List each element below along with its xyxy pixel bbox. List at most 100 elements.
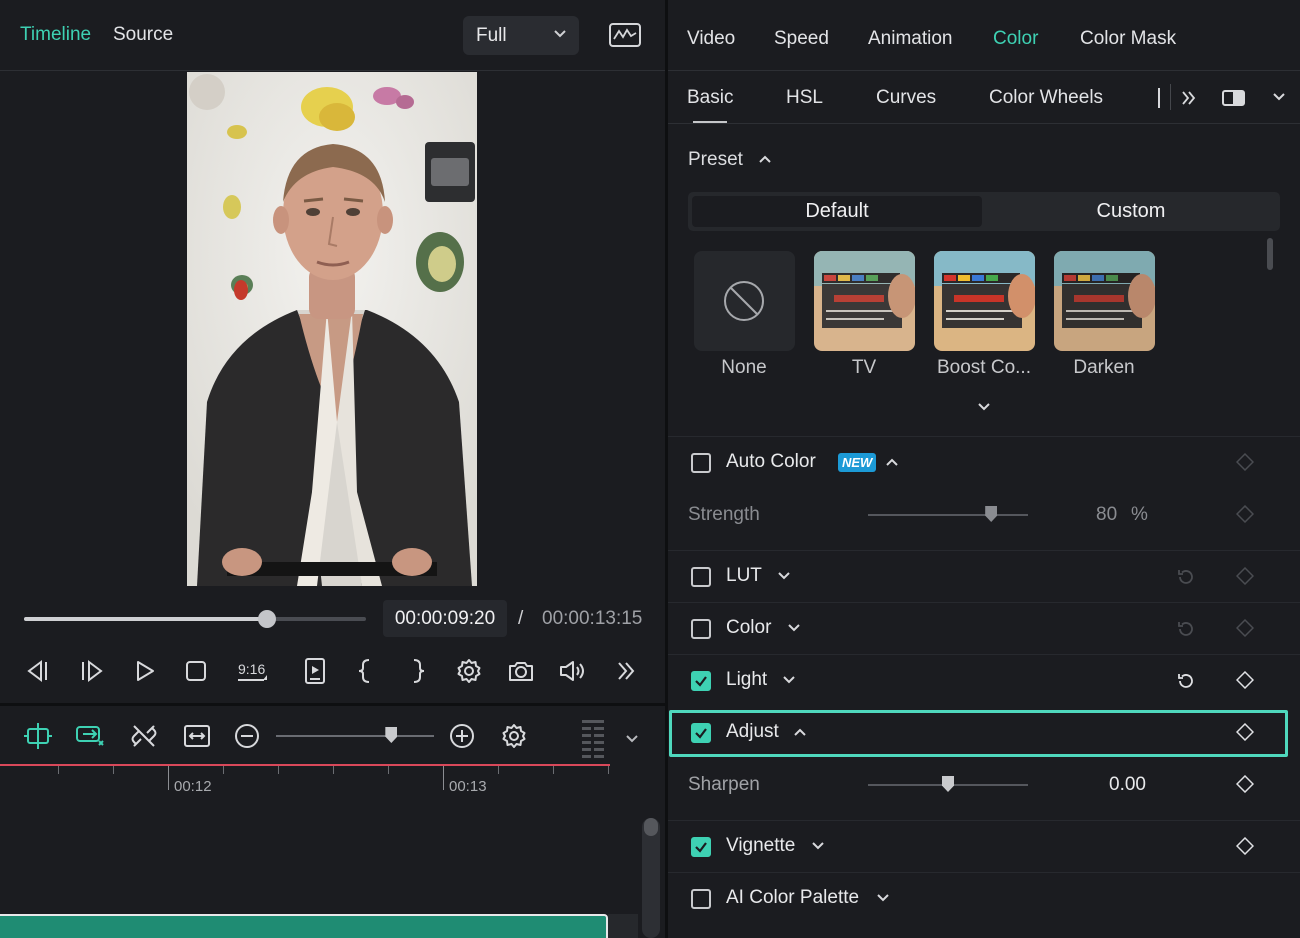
tab-animation[interactable]: Animation <box>868 28 953 50</box>
link-clips-icon[interactable] <box>74 720 106 752</box>
quality-select[interactable]: Full <box>463 16 579 55</box>
keyframe-icon[interactable] <box>1236 775 1254 793</box>
compare-view-icon[interactable] <box>1222 89 1246 107</box>
preset-boost-color[interactable] <box>934 251 1035 351</box>
checkmark-icon <box>695 842 707 853</box>
tab-color-mask[interactable]: Color Mask <box>1080 28 1176 50</box>
chevron-down-icon[interactable] <box>787 623 801 633</box>
volume-icon[interactable] <box>558 656 588 686</box>
render-preview-icon[interactable] <box>300 656 330 686</box>
keyframe-icon[interactable] <box>1236 567 1254 585</box>
new-badge: NEW <box>838 453 877 472</box>
subtab-overflow[interactable] <box>1158 88 1160 108</box>
settings-icon[interactable] <box>454 656 484 686</box>
chevron-down-icon[interactable] <box>876 893 890 903</box>
preset-label[interactable]: Preset <box>688 149 743 171</box>
zoom-in-icon[interactable] <box>446 720 478 752</box>
zoom-out-icon[interactable] <box>231 720 263 752</box>
video-clip[interactable] <box>0 914 608 938</box>
strength-label: Strength <box>688 504 760 525</box>
chevron-up-icon[interactable] <box>793 727 807 737</box>
tab-source[interactable]: Source <box>113 24 173 46</box>
keyframe-icon[interactable] <box>1236 453 1254 471</box>
keyframe-icon[interactable] <box>1236 619 1254 637</box>
track-background <box>608 914 638 938</box>
expand-presets-icon[interactable] <box>977 402 991 412</box>
tab-color[interactable]: Color <box>993 28 1038 50</box>
sharpen-value[interactable]: 0.00 <box>1109 774 1146 796</box>
timeline-scrollbar[interactable] <box>642 818 660 938</box>
chevron-down-icon[interactable] <box>811 841 825 851</box>
play-icon[interactable] <box>130 656 160 686</box>
subtab-hsl[interactable]: HSL <box>786 87 823 109</box>
tab-timeline[interactable]: Timeline <box>20 24 91 46</box>
keyframe-icon[interactable] <box>1236 505 1254 523</box>
track-height-icon[interactable] <box>580 720 606 760</box>
lut-checkbox[interactable] <box>691 567 711 587</box>
chevron-down-icon[interactable] <box>625 734 639 744</box>
more-tabs-icon[interactable] <box>1180 89 1198 107</box>
chevron-up-icon[interactable] <box>885 457 899 467</box>
snapshot-icon[interactable] <box>506 656 536 686</box>
divider <box>668 872 1300 873</box>
timeline-settings-icon[interactable] <box>498 720 530 752</box>
timeline-zoom-slider[interactable] <box>276 727 434 743</box>
strength-slider-handle[interactable] <box>985 506 998 522</box>
playback-scrubber[interactable] <box>257 610 276 628</box>
ruler-tick <box>113 766 114 774</box>
timeline-zoom-handle[interactable] <box>385 727 398 743</box>
strength-value[interactable]: 80 <box>1096 504 1117 526</box>
timeline-scrollbar-thumb[interactable] <box>644 818 658 836</box>
chevron-up-icon[interactable] <box>758 154 772 164</box>
mark-in-icon[interactable] <box>350 656 380 686</box>
color-checkbox[interactable] <box>691 619 711 639</box>
auto-snap-icon[interactable] <box>22 720 54 752</box>
reset-icon[interactable] <box>1176 671 1196 691</box>
next-frame-icon[interactable] <box>78 656 108 686</box>
tab-speed[interactable]: Speed <box>774 28 829 50</box>
ai-color-palette-checkbox[interactable] <box>691 889 711 909</box>
scopes-icon[interactable] <box>608 22 642 50</box>
mark-out-icon[interactable] <box>403 656 433 686</box>
playback-progress[interactable] <box>24 610 366 628</box>
sharpen-slider-handle[interactable] <box>942 776 954 792</box>
subtab-color-wheels[interactable]: Color Wheels <box>989 87 1103 109</box>
ruler-tick <box>608 766 609 774</box>
preset-none[interactable] <box>694 251 795 351</box>
light-checkbox[interactable] <box>691 671 711 691</box>
chevron-down-icon[interactable] <box>782 675 796 685</box>
keyframe-icon[interactable] <box>1236 671 1254 689</box>
preset-darken[interactable] <box>1054 251 1155 351</box>
ruler-label: 00:12 <box>174 778 212 795</box>
unlink-icon[interactable] <box>128 720 160 752</box>
subtab-basic[interactable]: Basic <box>687 87 733 109</box>
divider <box>668 550 1300 551</box>
sharpen-slider[interactable] <box>868 776 1028 792</box>
timeline-ruler[interactable] <box>0 764 610 766</box>
reset-icon[interactable] <box>1176 567 1196 587</box>
preset-scrollbar[interactable] <box>1267 238 1273 270</box>
current-time[interactable]: 00:00:09:20 <box>383 600 507 637</box>
stop-icon[interactable] <box>181 656 211 686</box>
chevron-down-icon[interactable] <box>1272 92 1286 102</box>
aspect-ratio-icon[interactable]: 9:16 <box>236 656 268 686</box>
fit-timeline-icon[interactable] <box>181 720 213 752</box>
segment-default[interactable]: Default <box>692 196 982 227</box>
keyframe-icon[interactable] <box>1236 723 1254 741</box>
tab-video[interactable]: Video <box>687 28 735 50</box>
auto-color-checkbox[interactable] <box>691 453 711 473</box>
segment-custom[interactable]: Custom <box>986 196 1276 227</box>
player-panel: Timeline Source Full 00:00:09:20 / 00:00… <box>0 0 665 938</box>
keyframe-icon[interactable] <box>1236 837 1254 855</box>
reset-icon[interactable] <box>1176 619 1196 639</box>
strength-slider[interactable] <box>868 506 1028 522</box>
prev-frame-icon[interactable] <box>22 656 52 686</box>
video-preview[interactable] <box>187 72 477 586</box>
adjust-checkbox[interactable] <box>691 723 711 743</box>
preset-tv[interactable] <box>814 251 915 351</box>
ruler-tick <box>333 766 334 774</box>
vignette-checkbox[interactable] <box>691 837 711 857</box>
chevron-down-icon[interactable] <box>777 571 791 581</box>
subtab-curves[interactable]: Curves <box>876 87 936 109</box>
more-icon[interactable] <box>611 656 641 686</box>
